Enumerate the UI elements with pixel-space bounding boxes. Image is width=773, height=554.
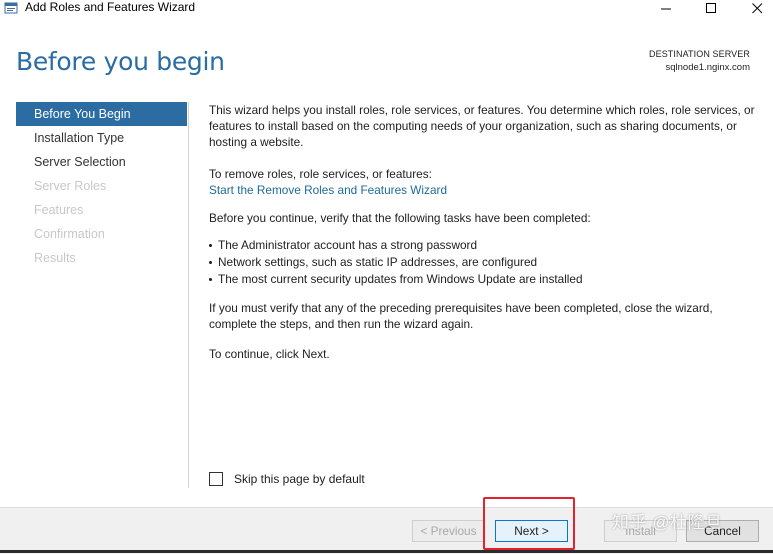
next-button-highlight xyxy=(483,497,575,550)
nav-item-server-roles: Server Roles xyxy=(34,179,107,193)
verify-prompt: Before you continue, verify that the fol… xyxy=(209,211,591,225)
list-item: The Administrator account has a strong p… xyxy=(209,237,757,254)
main-content: This wizard helps you install roles, rol… xyxy=(209,102,757,362)
nav-item-before-you-begin[interactable]: Before You Begin xyxy=(16,102,187,126)
list-item: The most current security updates from W… xyxy=(209,271,757,288)
continue-note: To continue, click Next. xyxy=(209,347,330,361)
page-title: Before you begin xyxy=(16,47,225,76)
destination-server-label: DESTINATION SERVER xyxy=(649,49,750,59)
nav-item-installation-type[interactable]: Installation Type xyxy=(16,126,187,150)
skip-page-option[interactable]: Skip this page by default xyxy=(209,472,365,486)
nav-divider xyxy=(188,102,189,488)
maximize-button[interactable] xyxy=(688,0,734,17)
server-manager-icon xyxy=(4,2,18,14)
nav-item-results: Results xyxy=(34,251,76,265)
remove-roles-link[interactable]: Start the Remove Roles and Features Wiza… xyxy=(209,183,447,197)
wizard-nav: Before You Begin Installation Type Serve… xyxy=(16,102,187,270)
window-title: Add Roles and Features Wizard xyxy=(25,0,196,14)
prerequisite-list: The Administrator account has a strong p… xyxy=(209,237,757,288)
nav-item-server-selection[interactable]: Server Selection xyxy=(16,150,187,174)
intro-text: This wizard helps you install roles, rol… xyxy=(209,103,755,149)
title-bar: Add Roles and Features Wizard xyxy=(0,0,773,17)
list-item: Network settings, such as static IP addr… xyxy=(209,254,757,271)
minimize-button[interactable] xyxy=(643,0,689,17)
close-button[interactable] xyxy=(734,0,773,17)
previous-button: < Previous xyxy=(412,520,485,542)
watermark: 知乎 @杜隆旦 xyxy=(612,513,723,532)
nav-item-features: Features xyxy=(34,203,84,217)
minimize-icon xyxy=(660,8,671,10)
skip-page-checkbox[interactable] xyxy=(209,472,223,486)
nav-item-confirmation: Confirmation xyxy=(34,227,105,241)
maximize-icon xyxy=(705,3,716,13)
prerequisite-note: If you must verify that any of the prece… xyxy=(209,301,713,331)
close-icon xyxy=(751,3,762,14)
destination-server-name: sqlnode1.nginx.com xyxy=(665,62,751,73)
skip-page-label: Skip this page by default xyxy=(234,472,365,486)
remove-prompt: To remove roles, role services, or featu… xyxy=(209,167,432,181)
